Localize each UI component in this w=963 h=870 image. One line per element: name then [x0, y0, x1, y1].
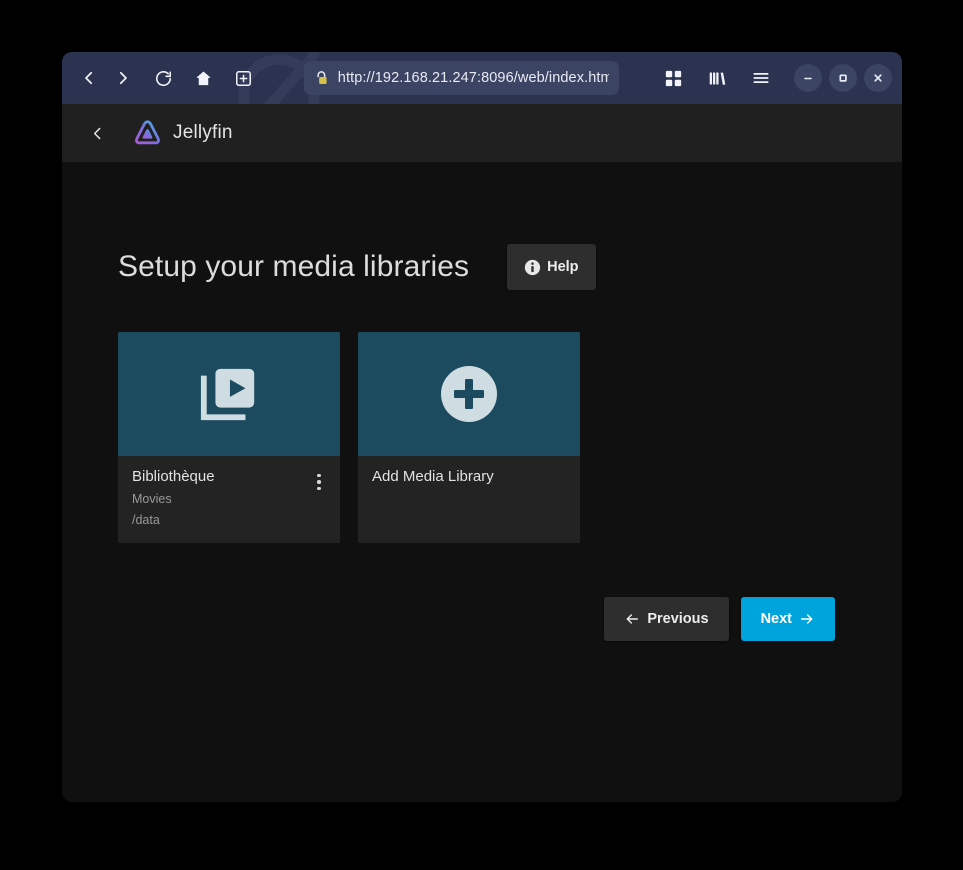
- app-header: Jellyfin: [62, 104, 902, 162]
- more-vertical-icon-dot: [317, 473, 321, 478]
- jellyfin-logo-icon: [135, 119, 160, 144]
- window-maximize-button[interactable]: [829, 64, 857, 92]
- add-library-card-name: Add Media Library: [372, 468, 494, 485]
- home-icon: [196, 71, 210, 85]
- books-library-icon: [709, 71, 725, 85]
- minimize-icon: [804, 77, 812, 80]
- add-media-library-card[interactable]: Add Media Library: [358, 332, 580, 543]
- library-card-menu-button[interactable]: [306, 468, 332, 496]
- help-button-label: Help: [547, 259, 579, 275]
- more-vertical-icon-dot: [317, 480, 321, 484]
- forward-button[interactable]: [106, 61, 140, 95]
- browser-window: http://192.168.21.247:8096/web/index.htm: [62, 52, 902, 802]
- video-library-icon: [200, 368, 255, 421]
- wizard-footer-buttons: Previous Next: [118, 597, 846, 641]
- page-title: Setup your media libraries: [118, 250, 470, 283]
- info-icon: [524, 259, 541, 275]
- more-vertical-icon-dot: [317, 486, 321, 491]
- app-back-button[interactable]: [78, 114, 116, 152]
- plus-circle-icon: [441, 366, 497, 422]
- library-card-name: Bibliothèque: [132, 468, 215, 485]
- home-button[interactable]: [186, 61, 220, 95]
- hamburger-menu-button[interactable]: [744, 61, 778, 95]
- title-row: Setup your media libraries Help: [118, 162, 846, 290]
- books-library-button[interactable]: [700, 61, 734, 95]
- reload-button[interactable]: [146, 61, 180, 95]
- browser-toolbar: http://192.168.21.247:8096/web/index.htm: [62, 52, 902, 104]
- browser-toolbar-right: [656, 61, 892, 95]
- library-card[interactable]: Bibliothèque Movies /data: [118, 332, 340, 543]
- previous-button[interactable]: Previous: [604, 597, 729, 641]
- reload-icon: [155, 70, 171, 86]
- grid-apps-icon: [665, 70, 681, 86]
- back-button[interactable]: [72, 61, 106, 95]
- next-button[interactable]: Next: [740, 597, 835, 641]
- library-card-body: Bibliothèque Movies /data: [118, 456, 340, 543]
- add-library-card-body: Add Media Library: [358, 456, 580, 532]
- close-icon: [874, 74, 882, 82]
- library-card-thumbnail: [118, 332, 340, 456]
- address-bar-url: http://192.168.21.247:8096/web/index.htm: [337, 70, 609, 86]
- arrow-left-icon: [626, 614, 639, 624]
- lock-icon: [317, 70, 327, 84]
- screen-root: http://192.168.21.247:8096/web/index.htm: [0, 0, 963, 870]
- next-button-label: Next: [760, 611, 792, 627]
- setup-page-body: Setup your media libraries Help Biblioth…: [62, 162, 902, 802]
- maximize-icon: [839, 74, 847, 82]
- previous-button-label: Previous: [647, 611, 709, 627]
- grid-apps-button[interactable]: [656, 61, 690, 95]
- media-libraries-row: Bibliothèque Movies /data Add Media Libr…: [118, 332, 846, 543]
- chevron-left-icon: [85, 71, 93, 85]
- add-library-thumbnail: [358, 332, 580, 456]
- new-tab-button[interactable]: [226, 61, 260, 95]
- library-card-type: Movies: [132, 491, 172, 506]
- arrow-right-icon: [800, 614, 813, 624]
- chevron-right-icon: [119, 71, 127, 85]
- chevron-left-icon: [93, 127, 100, 139]
- hamburger-menu-icon: [753, 72, 769, 84]
- new-tab-icon: [235, 70, 251, 86]
- brand-logo-link[interactable]: Jellyfin: [132, 118, 233, 149]
- address-bar[interactable]: http://192.168.21.247:8096/web/index.htm: [304, 61, 619, 95]
- window-minimize-button[interactable]: [794, 64, 822, 92]
- window-close-button[interactable]: [864, 64, 892, 92]
- library-card-path: /data: [132, 512, 160, 527]
- brand-name: Jellyfin: [173, 122, 233, 143]
- help-button[interactable]: Help: [507, 244, 596, 290]
